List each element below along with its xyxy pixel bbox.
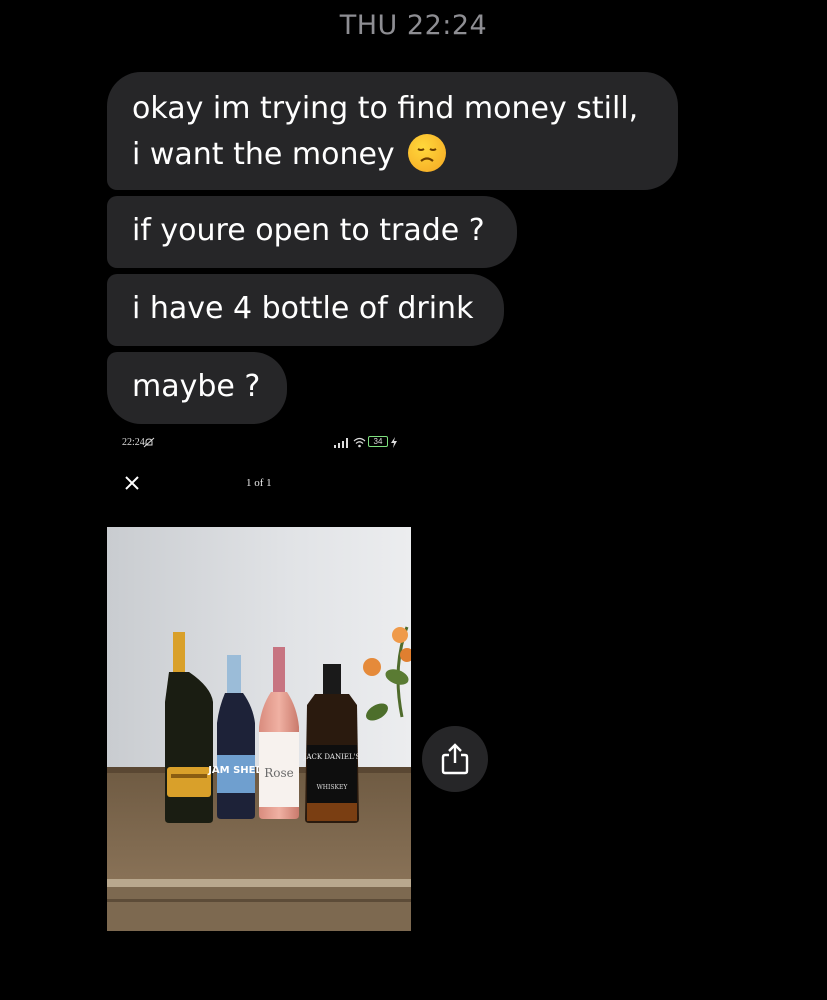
message-bubble[interactable]: okay im trying to find money still, i wa…	[107, 72, 678, 190]
signal-icon	[334, 438, 348, 448]
mute-bell-icon	[143, 437, 155, 448]
disappointed-face-emoji-icon	[408, 134, 447, 172]
bottles-photo[interactable]: JAM SHED Rose JACK DANIEL'S WHISKEY	[107, 527, 411, 931]
embedded-status-time: 22:24	[122, 437, 145, 448]
message-text: i have 4 bottle of drink	[132, 291, 474, 326]
battery-level: 34	[373, 437, 383, 446]
message-text: maybe ?	[132, 369, 261, 404]
battery-icon: 34	[368, 436, 388, 447]
message-bubble[interactable]: maybe ?	[107, 352, 287, 424]
message-bubble[interactable]: i have 4 bottle of drink	[107, 274, 504, 346]
message-bubble[interactable]: if youre open to trade ?	[107, 196, 517, 268]
message-text-line: i want the money	[132, 137, 395, 172]
rose-label: Rose	[264, 766, 294, 780]
conversation-timestamp: THU 22:24	[339, 10, 488, 41]
image-counter: 1 of 1	[246, 477, 272, 489]
share-button[interactable]	[422, 726, 488, 792]
close-icon[interactable]	[121, 472, 143, 494]
jam-shed-label: JAM SHED	[207, 765, 264, 776]
message-text-line: okay im trying to find money still,	[132, 91, 639, 126]
share-icon	[441, 743, 469, 775]
charging-bolt-icon	[391, 437, 397, 448]
whiskey-label: WHISKEY	[317, 784, 349, 791]
wifi-icon	[353, 437, 366, 448]
message-text: if youre open to trade ?	[132, 213, 485, 248]
jack-daniels-label: JACK DANIEL'S	[303, 753, 361, 761]
